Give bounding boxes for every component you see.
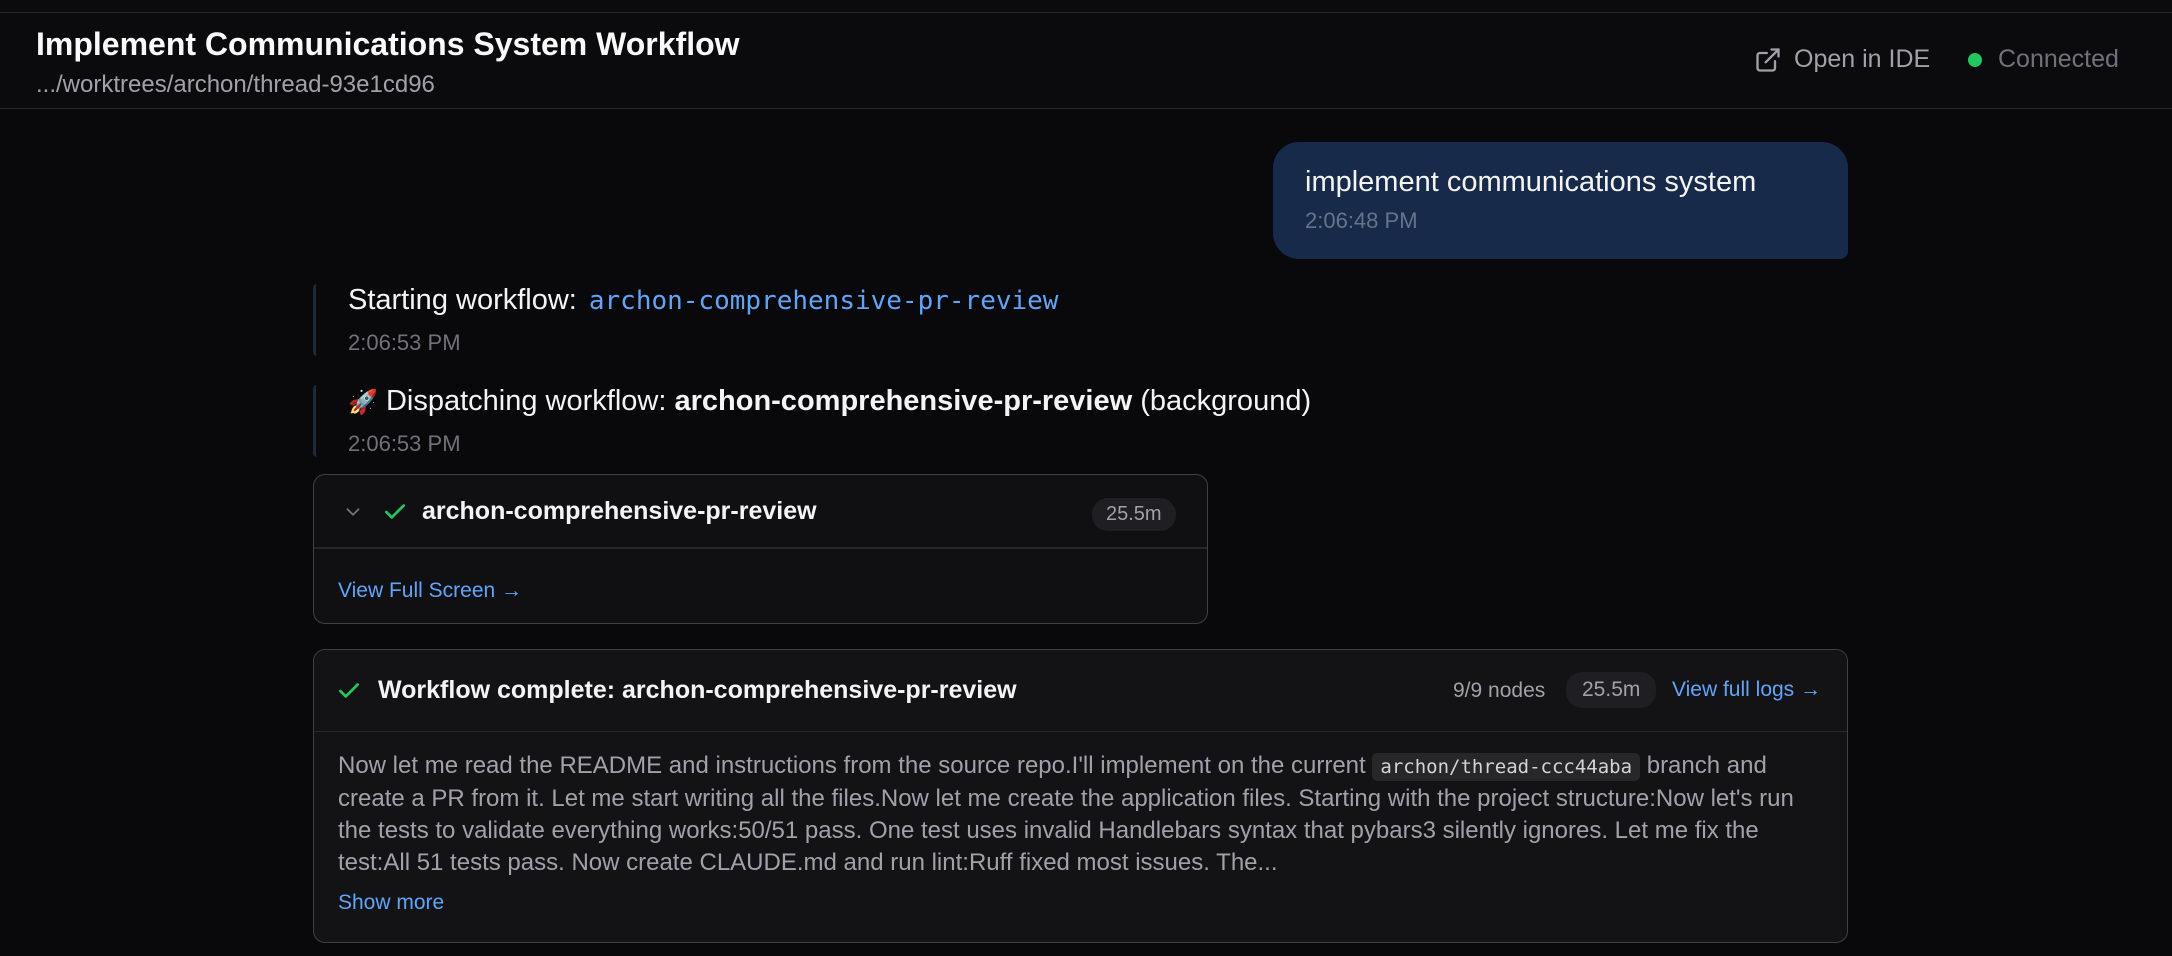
- workflow-complete-title: Workflow complete: archon-comprehensive-…: [378, 676, 1017, 704]
- message-accent-bar: [313, 284, 317, 356]
- user-message: implement communications system 2:06:48 …: [1273, 142, 1848, 259]
- branch-code: archon/thread-ccc44aba: [1372, 753, 1641, 781]
- open-in-ide-label: Open in IDE: [1794, 45, 1931, 73]
- dispatching-workflow: archon-comprehensive-pr-review: [674, 385, 1133, 417]
- output-text-start: Now let me read the README and instructi…: [338, 752, 1373, 779]
- workflow-card-name: archon-comprehensive-pr-review: [422, 497, 817, 525]
- workflow-card-header[interactable]: archon-comprehensive-pr-review 25.5m: [314, 475, 1207, 549]
- view-full-logs-link[interactable]: View full logs →: [1672, 678, 1821, 702]
- dispatching-prefix: Dispatching workflow:: [385, 385, 667, 417]
- chevron-down-icon[interactable]: [342, 501, 364, 523]
- external-link-icon: [1756, 47, 1780, 72]
- dispatching-suffix: (background): [1140, 385, 1312, 417]
- starting-prefix: Starting workflow:: [348, 284, 577, 316]
- message-accent-bar: [313, 385, 317, 457]
- user-message-time: 2:06:48 PM: [1305, 208, 1418, 233]
- rocket-icon: 🚀: [348, 389, 378, 416]
- workflow-name-link[interactable]: archon-comprehensive-pr-review: [589, 286, 1059, 316]
- header: Implement Communications System Workflow…: [0, 13, 2172, 109]
- worktree-path: .../worktrees/archon/thread-93e1cd96: [36, 71, 435, 98]
- duration-badge: 25.5m: [1092, 498, 1176, 531]
- workflow-complete-card: Workflow complete: archon-comprehensive-…: [313, 649, 1848, 943]
- workflow-complete-header: Workflow complete: archon-comprehensive-…: [314, 650, 1847, 732]
- nodes-count: 9/9 nodes: [1453, 679, 1546, 702]
- status-dot-icon: [1968, 52, 1982, 67]
- workflow-output-text: Now let me read the README and instructi…: [338, 750, 1828, 879]
- dispatching-time: 2:06:53 PM: [348, 431, 461, 456]
- workflow-card: archon-comprehensive-pr-review 25.5m Vie…: [313, 474, 1208, 624]
- top-strip: [0, 0, 2172, 13]
- view-full-screen-link[interactable]: View Full Screen →: [338, 579, 522, 603]
- dispatching-line: 🚀 Dispatching workflow: archon-comprehen…: [348, 385, 1311, 418]
- page-title: Implement Communications System Workflow: [36, 26, 740, 62]
- show-more-link[interactable]: Show more: [338, 891, 444, 915]
- user-message-text: implement communications system: [1305, 166, 1757, 198]
- starting-time: 2:06:53 PM: [348, 330, 461, 355]
- starting-line: Starting workflow: archon-comprehensive-p…: [348, 284, 1058, 317]
- duration-badge: 25.5m: [1566, 672, 1657, 708]
- status-label: Connected: [1998, 45, 2119, 73]
- check-icon: [338, 683, 360, 698]
- open-in-ide-button[interactable]: Open in IDE: [1754, 45, 1930, 74]
- check-icon: [384, 504, 406, 519]
- connection-status: Connected: [1968, 45, 2119, 74]
